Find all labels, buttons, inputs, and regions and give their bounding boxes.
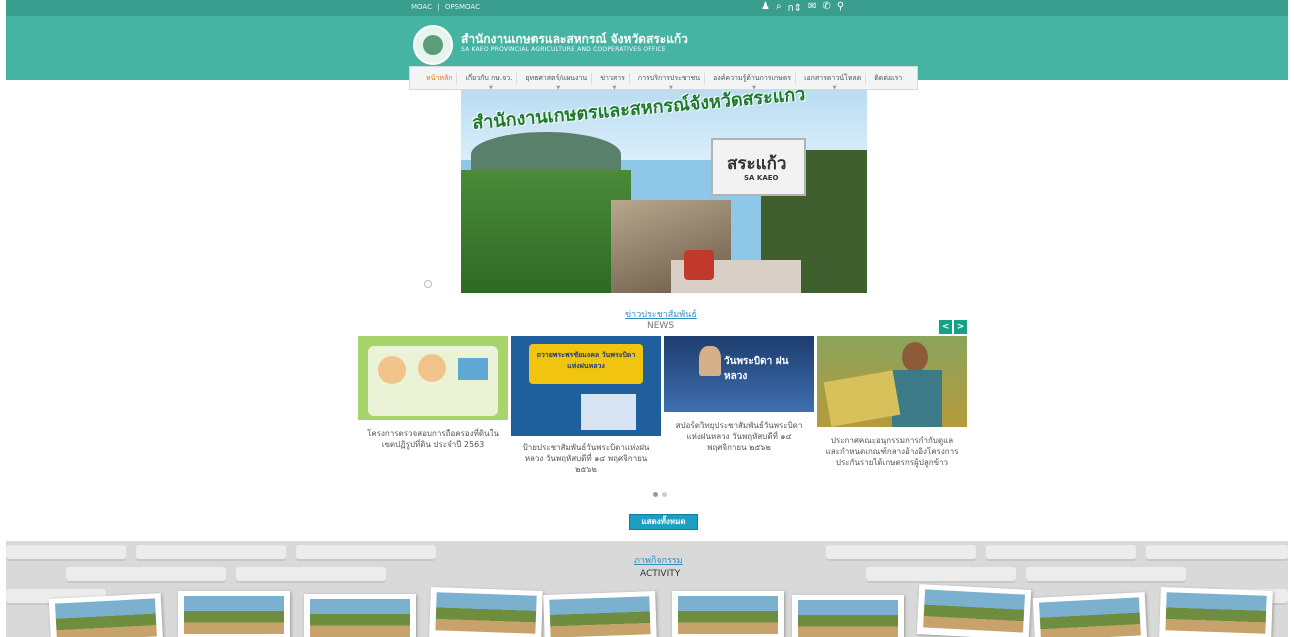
news-pagination (653, 492, 667, 497)
phone-icon[interactable]: ✆ (822, 1, 830, 16)
show-all-button[interactable]: แสดงทั้งหมด (629, 514, 698, 530)
nav-item-about[interactable]: เกี่ยวกับ กษ.จว. ▼ (461, 72, 518, 91)
news-prev-button[interactable]: < (939, 320, 952, 334)
activity-photo[interactable] (672, 591, 784, 637)
top-links: MOAC | OPSMOAC (411, 3, 483, 11)
opsmoac-link[interactable]: OPSMOAC (445, 3, 480, 11)
news-caption[interactable]: ประกาศคณะอนุกรรมการกำกับดูแลและกำหนดเกณฑ… (817, 435, 967, 468)
news-caption[interactable]: สปอร์ตวิทยุประชาสัมพันธ์วันพระบิดาแห่งฝน… (664, 420, 814, 453)
station-sign-subtitle: SA KAEO (744, 174, 779, 182)
news-subtitle: NEWS (647, 321, 675, 331)
top-bar: MOAC | OPSMOAC ♟ ⌕ ก⇕ ✉ ✆ ⚲ (6, 0, 1288, 16)
station-sign-title: สระแก้ว (727, 154, 787, 174)
moac-link[interactable]: MOAC (411, 3, 432, 11)
news-card[interactable]: ถวายพระพรชัยมงคล วันพระบิดาแห่งฝนหลวง ป้… (511, 336, 661, 475)
activity-photo[interactable] (48, 593, 164, 637)
nav-item-services[interactable]: การบริการประชาชน ▼ (634, 72, 706, 91)
site-subtitle: SA KAEO PROVINCIAL AGRICULTURE AND COOPE… (461, 46, 666, 53)
news-card[interactable]: วันพระบิดา ฝนหลวง สปอร์ตวิทยุประชาสัมพัน… (664, 336, 814, 453)
hero-banner[interactable]: สระแก้ว SA KAEO สำนักงานเกษตรและสหกรณ์จั… (461, 90, 867, 293)
news-caption[interactable]: โครงการตรวจสอบการถือครองที่ดินในเขตปฏิรู… (358, 428, 508, 450)
font-size-icon[interactable]: ก⇕ (788, 1, 802, 16)
news-thumbnail-title: วันพระบิดา ฝนหลวง (724, 356, 789, 382)
user-icon[interactable]: ♟ (761, 1, 770, 16)
slider-dot[interactable] (424, 280, 432, 288)
activity-photo[interactable] (429, 587, 543, 637)
news-next-button[interactable]: > (954, 320, 967, 334)
activity-subtitle: ACTIVITY (640, 569, 681, 579)
activity-photo[interactable] (1159, 587, 1273, 637)
nav-item-downloads[interactable]: เอกสารดาวน์โหลด ▼ (800, 72, 867, 91)
separator: | (437, 3, 440, 11)
pagination-dot[interactable] (653, 492, 658, 497)
office-logo[interactable] (413, 25, 453, 65)
nav-item-knowledge[interactable]: องค์ความรู้ด้านการเกษตร ▼ (709, 72, 797, 91)
map-pin-icon[interactable]: ⚲ (837, 1, 844, 16)
activity-photo[interactable] (916, 584, 1032, 637)
activity-title[interactable]: ภาพกิจกรรม (634, 553, 683, 567)
news-thumbnail-title: ถวายพระพรชัยมงคล วันพระบิดาแห่งฝนหลวง (536, 351, 636, 370)
activity-photo[interactable] (1032, 592, 1148, 637)
news-thumbnail[interactable] (358, 336, 508, 420)
search-icon[interactable]: ⌕ (776, 1, 782, 16)
news-caption[interactable]: ป้ายประชาสัมพันธ์วันพระบิดาแห่งฝนหลวง วั… (511, 442, 661, 475)
activity-photo[interactable] (792, 595, 904, 637)
nav-item-strategy[interactable]: ยุทธศาสตร์/แผนงาน ▼ (521, 72, 593, 91)
activity-section: ภาพกิจกรรม ACTIVITY (6, 541, 1288, 637)
news-thumbnail[interactable]: วันพระบิดา ฝนหลวง (664, 336, 814, 412)
page: MOAC | OPSMOAC ♟ ⌕ ก⇕ ✉ ✆ ⚲ สำนักงานเกษต… (6, 0, 1288, 637)
nav-item-news[interactable]: ข่าวสาร ▼ (596, 72, 630, 91)
pagination-dot[interactable] (662, 492, 667, 497)
main-nav: หน้าหลัก เกี่ยวกับ กษ.จว. ▼ ยุทธศาสตร์/แผ… (409, 66, 918, 91)
activity-photo[interactable] (543, 591, 657, 637)
news-title[interactable]: ข่าวประชาสัมพันธ์ (625, 307, 697, 321)
news-card[interactable]: ประกาศคณะอนุกรรมการกำกับดูแลและกำหนดเกณฑ… (817, 336, 967, 468)
activity-photo[interactable] (304, 594, 416, 637)
activity-photo[interactable] (178, 591, 290, 637)
nav-item-home[interactable]: หน้าหลัก (422, 72, 458, 84)
news-card[interactable]: โครงการตรวจสอบการถือครองที่ดินในเขตปฏิรู… (358, 336, 508, 450)
news-thumbnail[interactable] (817, 336, 967, 427)
mail-icon[interactable]: ✉ (808, 1, 816, 16)
top-icons: ♟ ⌕ ก⇕ ✉ ✆ ⚲ (761, 1, 844, 16)
news-thumbnail[interactable]: ถวายพระพรชัยมงคล วันพระบิดาแห่งฝนหลวง (511, 336, 661, 436)
nav-item-contact[interactable]: ติดต่อเรา (870, 73, 906, 84)
